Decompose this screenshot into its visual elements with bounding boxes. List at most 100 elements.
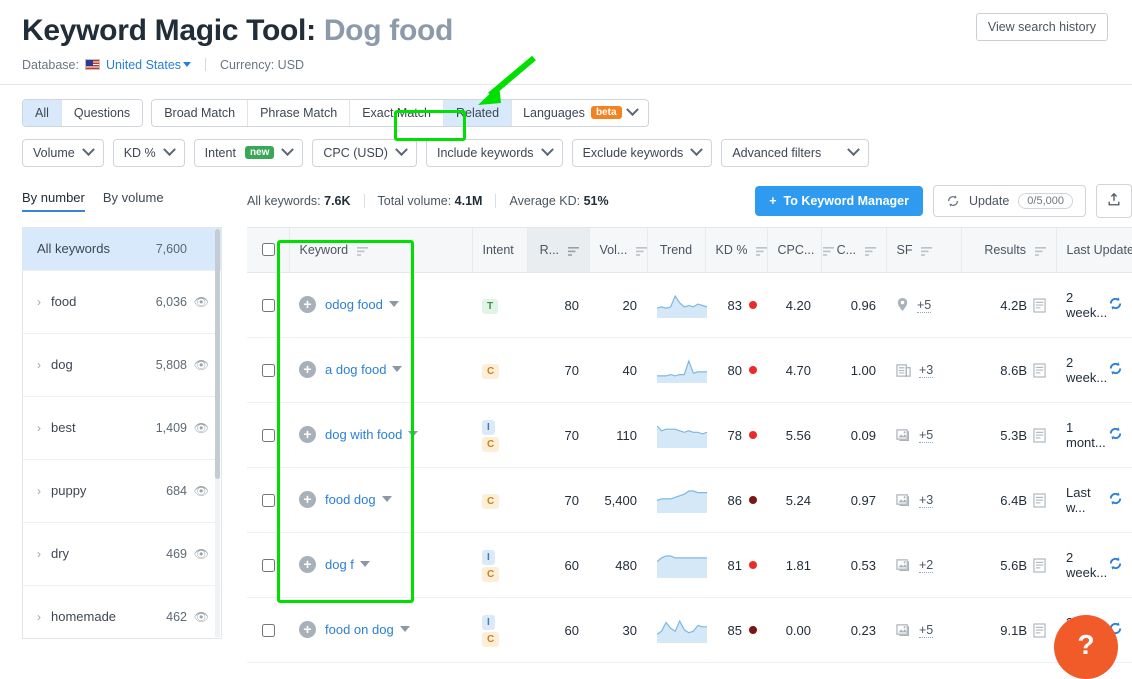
keyword-dropdown-icon[interactable]	[360, 561, 370, 567]
tab-exact-match[interactable]: Exact Match	[350, 100, 444, 126]
refresh-icon[interactable]	[1108, 556, 1123, 571]
serp-document-icon[interactable]	[1033, 493, 1046, 508]
expand-chevron-icon[interactable]: ›	[37, 358, 51, 372]
filter-exclude-keywords[interactable]: Exclude keywords	[572, 139, 713, 167]
add-keyword-icon[interactable]: +	[299, 556, 316, 573]
filter-volume[interactable]: Volume	[22, 139, 104, 167]
filter-cpc[interactable]: CPC (USD)	[312, 139, 417, 167]
row-refresh-button[interactable]	[1108, 429, 1123, 444]
row-checkbox[interactable]	[262, 559, 275, 572]
add-keyword-icon[interactable]: +	[299, 296, 316, 313]
keyword-link[interactable]: odog food	[325, 297, 383, 312]
serp-document-icon[interactable]	[1033, 623, 1046, 638]
row-refresh-button[interactable]	[1108, 364, 1123, 379]
image-pack-icon[interactable]	[896, 493, 911, 507]
eye-icon[interactable]: 👁	[193, 295, 209, 309]
intent-badge-C[interactable]: C	[482, 437, 499, 452]
sidebar-group-item[interactable]: ›best1,409👁	[23, 397, 221, 460]
sidebar-group-item[interactable]: ›homemade462👁	[23, 586, 221, 639]
row-refresh-button[interactable]	[1108, 494, 1123, 509]
keyword-link[interactable]: food dog	[325, 492, 376, 507]
keyword-dropdown-icon[interactable]	[392, 366, 402, 372]
serp-document-icon[interactable]	[1033, 558, 1046, 573]
eye-icon[interactable]: 👁	[193, 484, 209, 498]
keyword-link[interactable]: dog f	[325, 557, 354, 572]
segment-by-number[interactable]: By number	[22, 190, 85, 212]
tab-phrase-match[interactable]: Phrase Match	[248, 100, 350, 126]
update-button[interactable]: Update 0/5,000	[933, 185, 1086, 217]
tab-related[interactable]: Related	[444, 100, 512, 126]
eye-icon[interactable]: 👁	[193, 421, 209, 435]
languages-dropdown[interactable]: Languages beta	[512, 100, 647, 126]
column-header-keyword[interactable]: Keyword	[289, 228, 472, 273]
keyword-link[interactable]: food on dog	[325, 622, 394, 637]
select-all-checkbox[interactable]	[262, 243, 275, 256]
keyword-dropdown-icon[interactable]	[408, 431, 418, 437]
tab-broad-match[interactable]: Broad Match	[152, 100, 248, 126]
row-checkbox[interactable]	[262, 429, 275, 442]
table-row[interactable]: +dog fIC60480811.810.53+25.6B2 week...	[247, 533, 1132, 598]
serp-document-icon[interactable]	[1033, 363, 1046, 378]
sort-icon[interactable]	[823, 247, 834, 256]
sort-icon[interactable]	[1035, 247, 1046, 256]
column-header-kd[interactable]: KD %	[705, 228, 767, 273]
row-checkbox[interactable]	[262, 494, 275, 507]
column-header-cpc[interactable]: CPC...	[767, 228, 821, 273]
row-checkbox[interactable]	[262, 364, 275, 377]
intent-badge-I[interactable]: I	[482, 420, 495, 435]
export-button[interactable]	[1096, 184, 1132, 218]
refresh-icon[interactable]	[1108, 491, 1123, 506]
tab-all[interactable]: All	[23, 100, 62, 126]
sf-more-link[interactable]: +2	[919, 558, 933, 573]
sort-icon[interactable]	[636, 247, 647, 256]
filter-include-keywords[interactable]: Include keywords	[426, 139, 563, 167]
filter-advanced[interactable]: Advanced filters	[721, 139, 869, 167]
sidebar-group-item[interactable]: ›dog5,808👁	[23, 334, 221, 397]
sidebar-group-item[interactable]: ›food6,036👁	[23, 271, 221, 334]
column-header-last-update[interactable]: Last Update	[1056, 228, 1132, 273]
column-header-results[interactable]: Results	[961, 228, 1056, 273]
image-pack-icon[interactable]	[896, 623, 911, 637]
intent-badge-C[interactable]: C	[482, 632, 499, 647]
sort-icon[interactable]	[568, 247, 579, 256]
table-row[interactable]: +a dog foodC7040804.701.00+38.6B2 week..…	[247, 338, 1132, 403]
sidebar-group-item[interactable]: ›puppy684👁	[23, 460, 221, 523]
intent-badge-T[interactable]: T	[482, 299, 498, 314]
refresh-icon[interactable]	[1108, 361, 1123, 376]
help-button[interactable]: ?	[1054, 615, 1118, 679]
expand-chevron-icon[interactable]: ›	[37, 484, 51, 498]
expand-chevron-icon[interactable]: ›	[37, 295, 51, 309]
intent-badge-C[interactable]: C	[482, 494, 499, 509]
intent-badge-C[interactable]: C	[482, 567, 499, 582]
column-header-volume[interactable]: Vol...	[589, 228, 647, 273]
intent-badge-I[interactable]: I	[482, 615, 495, 630]
table-row[interactable]: +food on dogIC6030850.000.23+59.1B3 week…	[247, 598, 1132, 663]
keyword-link[interactable]: a dog food	[325, 362, 386, 377]
keyword-dropdown-icon[interactable]	[382, 496, 392, 502]
tab-questions[interactable]: Questions	[62, 100, 142, 126]
keyword-groups-sidebar[interactable]: All keywords 7,600 ›food6,036👁›dog5,808👁…	[22, 227, 222, 639]
sort-icon[interactable]	[865, 247, 876, 256]
eye-icon[interactable]: 👁	[193, 358, 209, 372]
row-refresh-button[interactable]	[1108, 559, 1123, 574]
refresh-icon[interactable]	[1108, 296, 1123, 311]
add-keyword-icon[interactable]: +	[299, 621, 316, 638]
expand-chevron-icon[interactable]: ›	[37, 547, 51, 561]
intent-badge-I[interactable]: I	[482, 550, 495, 565]
row-refresh-button[interactable]	[1108, 299, 1123, 314]
table-row[interactable]: +odog foodT8020834.200.96+54.2B2 week...	[247, 273, 1132, 338]
row-checkbox[interactable]	[262, 299, 275, 312]
sf-more-link[interactable]: +3	[919, 363, 933, 378]
column-header-rank[interactable]: R...	[527, 228, 589, 273]
eye-icon[interactable]: 👁	[193, 610, 209, 624]
add-keyword-icon[interactable]: +	[299, 426, 316, 443]
news-icon[interactable]	[896, 363, 911, 378]
sf-more-link[interactable]: +5	[919, 623, 933, 638]
serp-document-icon[interactable]	[1033, 428, 1046, 443]
sort-icon[interactable]	[357, 247, 368, 256]
sidebar-scrollbar-thumb[interactable]	[215, 229, 220, 479]
sidebar-item-all-keywords[interactable]: All keywords 7,600	[23, 228, 221, 271]
table-row[interactable]: +dog with foodIC70110785.560.09+55.3B1 m…	[247, 403, 1132, 468]
refresh-icon[interactable]	[1108, 426, 1123, 441]
to-keyword-manager-button[interactable]: + To Keyword Manager	[755, 186, 923, 216]
